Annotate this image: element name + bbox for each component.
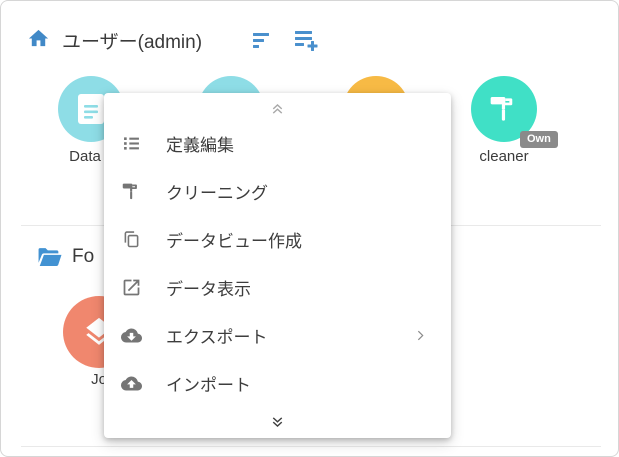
menu-item-label: インポート	[166, 371, 251, 396]
double-chevron-up-icon	[269, 100, 286, 117]
document-icon	[77, 93, 105, 125]
paint-roller-icon	[121, 181, 142, 202]
menu-item-label: エクスポート	[166, 323, 268, 348]
menu-item-show-data[interactable]: データ表示	[104, 263, 451, 311]
own-badge: Own	[520, 131, 558, 148]
copy-icon	[121, 229, 142, 250]
folder-section-label: Fo	[72, 246, 94, 268]
list-icon	[121, 133, 142, 154]
page-title: ユーザー(admin)	[62, 27, 202, 54]
menu-item-create-dataview[interactable]: データビュー作成	[104, 215, 451, 263]
menu-item-cleaning[interactable]: クリーニング	[104, 167, 451, 215]
playlist-add-icon[interactable]	[294, 30, 321, 51]
home-icon[interactable]	[27, 27, 50, 50]
tile-label-cleaner: cleaner	[479, 148, 528, 165]
tile-label-data: Data	[69, 148, 101, 165]
menu-scroll-down[interactable]	[104, 410, 451, 434]
open-in-new-icon	[121, 277, 142, 298]
menu-item-label: クリーニング	[166, 179, 268, 204]
bottom-divider	[21, 446, 601, 447]
folder-open-icon[interactable]	[37, 247, 62, 268]
sort-descending-icon[interactable]	[252, 32, 274, 49]
menu-item-label: 定義編集	[166, 131, 234, 156]
menu-item-label: データビュー作成	[166, 227, 302, 252]
double-chevron-down-icon	[269, 414, 286, 431]
menu-item-export[interactable]: エクスポート	[104, 311, 451, 359]
menu-scroll-up[interactable]	[104, 96, 451, 120]
context-menu: 定義編集 クリーニング データビュー作成	[104, 93, 451, 438]
menu-item-import[interactable]: インポート	[104, 359, 451, 407]
chevron-right-icon	[414, 329, 427, 342]
menu-item-define-edit[interactable]: 定義編集	[104, 119, 451, 167]
cloud-download-icon	[121, 325, 142, 346]
paint-roller-icon	[488, 93, 520, 125]
cloud-upload-icon	[121, 373, 142, 394]
app-window: ユーザー(admin)	[0, 0, 619, 457]
menu-item-label: データ表示	[166, 275, 251, 300]
